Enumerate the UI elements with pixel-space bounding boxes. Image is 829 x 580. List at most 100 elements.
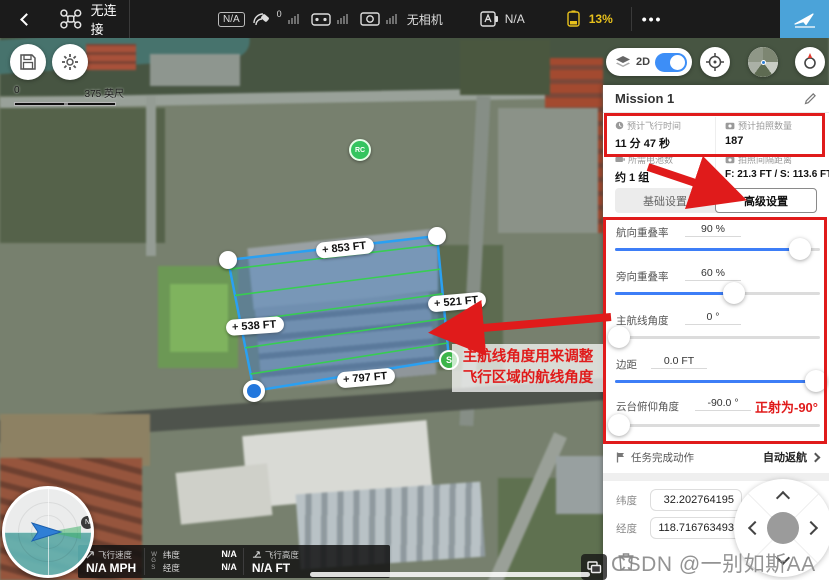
longitude-input[interactable]: 118.716763493 [650,517,742,539]
slider-value-course-overlap[interactable]: 90 % [685,223,741,237]
map-mode-toggle[interactable] [655,53,687,72]
aircraft-battery-value: N/A [505,12,525,26]
slider-label-margin: 边距 [616,357,637,372]
mission-settings-button[interactable] [52,44,88,80]
battery-percent: 13% [589,12,613,26]
longitude-row: 经度 118.716763493 [616,517,742,539]
gps-satellite-icon [251,10,271,28]
slider-label-side-overlap: 旁向重叠率 [616,269,669,284]
slider-side-overlap[interactable] [615,292,820,295]
camera-status: 无相机 [407,11,443,28]
altitude-icon [252,550,262,559]
map-mode-pill: 2D [606,48,692,76]
slider-thumb[interactable] [608,326,630,348]
slider-margin[interactable] [615,380,820,383]
mission-stats: 预计飞行时间 11 分 47 秒 预计拍照数量 187 所需 [603,113,829,187]
latitude-row: 纬度 32.202764195 [616,489,742,511]
gps-count: 0 [277,9,282,19]
back-icon [20,13,33,26]
mission-panel: Mission 1 预计飞行时间 11 分 47 秒 [603,85,829,580]
mission-title: Mission 1 [615,91,674,106]
slider-value-margin[interactable]: 0.0 FT [651,355,707,369]
interval-icon [725,156,735,164]
latitude-input[interactable]: 32.202764195 [650,489,742,511]
app-screen: S RC + 853 FT + 521 FT + 538 FT + 797 FT [0,0,829,580]
video-signal-bars-icon [386,14,397,24]
crosshair-icon [705,52,725,72]
slider-label-course-overlap: 航向重叠率 [616,225,669,240]
more-button[interactable]: ••• [642,11,663,27]
slider-thumb[interactable] [805,370,827,392]
drone-icon [59,7,83,31]
slider-value-route-angle[interactable]: 0 ° [685,311,741,325]
scale-line [14,102,116,106]
slider-label-route-angle: 主航线角度 [616,313,669,328]
divider [715,117,716,181]
nudge-center-knob[interactable] [767,512,799,544]
slider-thumb[interactable] [789,238,811,260]
aircraft-mode-badge: N/A [218,12,245,27]
camera-icon [360,11,380,27]
watermark: CSDN @一别如斯AA [611,548,816,578]
locate-button[interactable] [700,47,730,77]
compass-reset-button[interactable] [795,47,825,77]
drag-icon: + [321,244,329,257]
rc-signal-bars-icon [337,14,348,24]
home-indicator[interactable] [310,572,590,577]
edit-icon[interactable] [804,92,817,105]
clock-icon [615,121,624,130]
gimbal-annotation-note: 正射为-90° [755,397,818,416]
nudge-left-button[interactable] [748,521,762,535]
slider-gimbal-pitch[interactable] [615,424,820,427]
minimap-thumbnail [748,47,778,77]
tab-advanced-settings[interactable]: 高级设置 [715,188,817,213]
drag-icon: + [232,321,239,333]
annotation-note-route-angle: 主航线角度用来调整 飞行区域的航线角度 [452,344,604,392]
save-icon [19,53,37,71]
remote-controller-icon [311,11,331,27]
divider [631,7,632,31]
compass-needle-icon [800,52,820,72]
takeoff-plane-icon [793,8,817,30]
aircraft-heading-icon [5,489,91,575]
battery-icon [565,10,583,28]
finish-action-row[interactable]: 任务完成动作 自动返航 [603,445,829,469]
gear-icon [60,52,80,72]
telemetry-altitude: 飞行高度 N/A FT [244,545,307,578]
datum-label: WGS [145,545,157,578]
rc-location-marker: RC [349,139,371,161]
tab-basic-settings[interactable]: 基础设置 [615,188,715,213]
top-status-bar: 无连接 N/A 0 [0,0,829,38]
flag-icon [616,452,626,463]
finish-action-value: 自动返航 [763,449,807,465]
drag-icon: + [343,373,350,386]
minimap-button[interactable] [748,47,778,77]
nudge-up-button[interactable] [776,491,790,505]
slider-value-gimbal-pitch[interactable]: -90.0 ° [695,397,751,411]
stat-batteries-needed: 所需电池数 约 1 组 [615,153,715,185]
takeoff-button[interactable] [780,0,829,38]
stat-photo-interval: 拍照间隔距离 F: 21.3 FT / S: 113.6 FT [725,153,827,180]
polygon-vertex-selected[interactable] [243,380,265,402]
aircraft-battery-icon [479,10,499,28]
battery-count-icon [615,155,625,164]
slider-value-side-overlap[interactable]: 60 % [685,267,741,281]
stat-flight-time: 预计飞行时间 11 分 47 秒 [615,119,715,151]
map-scale-bar: 0 375 英尺 [14,85,124,106]
polygon-vertex-handle[interactable] [428,227,446,245]
polygon-vertex-handle[interactable] [219,251,237,269]
slider-route-angle[interactable] [615,336,820,339]
mission-header: Mission 1 [603,85,829,113]
stat-photo-count: 预计拍照数量 187 [725,119,825,147]
save-mission-button[interactable] [10,44,46,80]
slider-thumb[interactable] [723,282,745,304]
drag-icon: + [434,297,441,310]
nudge-right-button[interactable] [804,521,818,535]
attitude-compass-widget: N [2,486,94,578]
slider-course-overlap[interactable] [615,248,820,251]
north-indicator: N [81,516,94,529]
slider-label-gimbal-pitch: 云台俯仰角度 [616,399,679,414]
gps-signal-bars-icon [288,14,299,24]
slider-thumb[interactable] [608,414,630,436]
back-button[interactable]: 无连接 [0,0,130,38]
